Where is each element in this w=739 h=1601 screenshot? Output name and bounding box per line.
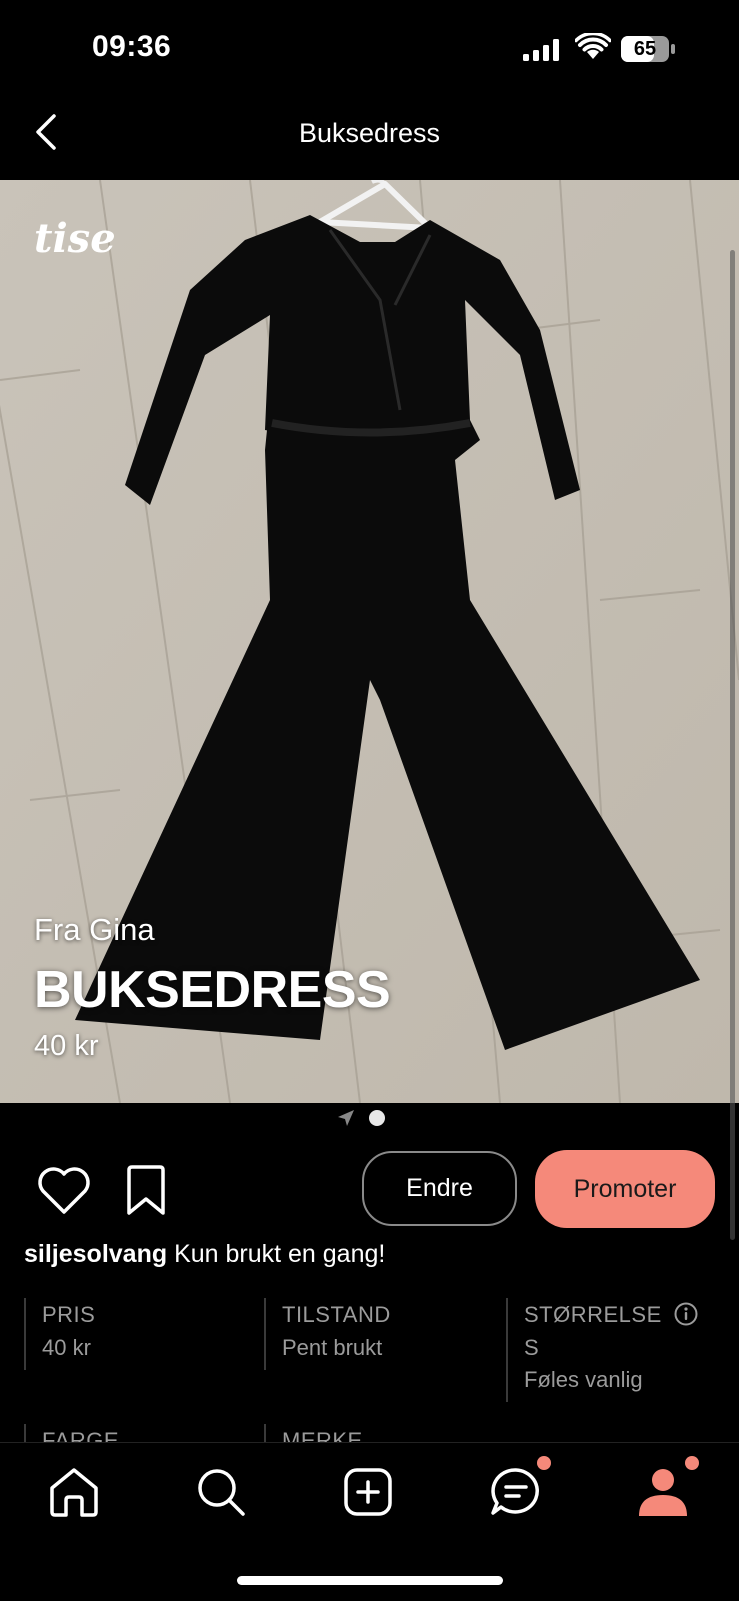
- photo-seller-caption: Fra Gina: [34, 912, 155, 947]
- location-arrow-icon: [338, 1110, 354, 1126]
- tab-home[interactable]: [46, 1464, 102, 1520]
- signal-icon: [523, 39, 559, 61]
- tab-search[interactable]: [193, 1464, 249, 1520]
- tab-profile[interactable]: [635, 1464, 691, 1520]
- photo-item-price: 40 kr: [34, 1030, 99, 1062]
- photo-item-name: BUKSEDRESS: [34, 961, 391, 1019]
- status-time: 09:36: [92, 30, 172, 63]
- promote-button[interactable]: Promoter: [535, 1150, 715, 1228]
- detail-size-fit: Føles vanlig: [524, 1367, 643, 1392]
- detail-price-value: 40 kr: [42, 1335, 91, 1360]
- detail-condition-label: TILSTAND: [282, 1302, 391, 1327]
- detail-price-label: PRIS: [42, 1302, 96, 1327]
- caption-text: Kun brukt en gang!: [167, 1240, 386, 1268]
- bookmark-icon: [127, 1165, 165, 1215]
- listing-caption: siljesolvang Kun brukt en gang!: [24, 1240, 385, 1269]
- detail-size-label: STØRRELSE: [524, 1302, 662, 1327]
- detail-size-value: S: [524, 1335, 539, 1360]
- search-icon: [198, 1469, 245, 1516]
- add-icon: [344, 1468, 392, 1516]
- scrollbar[interactable]: [730, 250, 735, 1240]
- battery-icon: 65: [620, 35, 676, 63]
- home-icon: [50, 1468, 98, 1517]
- heart-icon: [38, 1167, 90, 1214]
- detail-condition-value: Pent brukt: [282, 1335, 383, 1360]
- detail-size: STØRRELSE S Føles vanlig: [506, 1298, 698, 1402]
- detail-condition: TILSTAND Pent brukt: [264, 1298, 391, 1370]
- messages-icon: [491, 1468, 539, 1515]
- profile-notification-badge: [685, 1456, 699, 1470]
- info-icon[interactable]: [674, 1302, 698, 1326]
- battery-level: 65: [633, 38, 657, 60]
- home-indicator[interactable]: [237, 1576, 503, 1585]
- tise-logo: tise: [34, 215, 116, 262]
- svg-text:tise: tise: [34, 215, 116, 262]
- wifi-icon: [575, 33, 611, 59]
- profile-icon: [639, 1469, 687, 1516]
- detail-price: PRIS 40 kr: [24, 1298, 95, 1370]
- save-button[interactable]: [123, 1165, 169, 1217]
- like-button[interactable]: [37, 1166, 91, 1216]
- messages-notification-badge: [537, 1456, 551, 1470]
- pager-dot-active[interactable]: [369, 1110, 385, 1126]
- caption-username[interactable]: siljesolvang: [24, 1240, 167, 1268]
- tab-messages[interactable]: [488, 1464, 544, 1520]
- tab-add[interactable]: [340, 1464, 396, 1520]
- edit-button[interactable]: Endre: [362, 1151, 517, 1226]
- page-title: Buksedress: [298, 118, 441, 148]
